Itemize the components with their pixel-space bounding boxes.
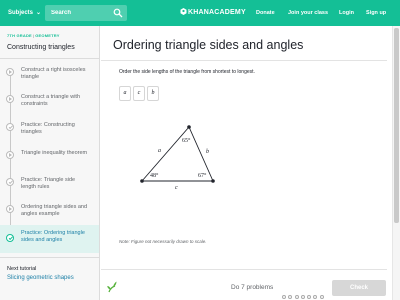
tutorial-title: Constructing triangles bbox=[7, 44, 75, 51]
sidebar-item-right-isosceles[interactable]: Construct a right isosceles triangle bbox=[0, 64, 99, 82]
vertex-right bbox=[211, 179, 215, 183]
play-icon bbox=[6, 205, 14, 213]
sidebar-item-label: Construct a triangle with constraints bbox=[21, 94, 80, 107]
angle-label-top: 65° bbox=[182, 137, 191, 144]
progress-dot bbox=[294, 295, 299, 299]
divider bbox=[101, 60, 387, 61]
practice-icon bbox=[6, 123, 14, 131]
logo-text: KHANACADEMY bbox=[188, 9, 246, 16]
play-icon bbox=[6, 68, 14, 76]
triangle-figure: 65° 48° 67° a b c bbox=[140, 125, 215, 191]
play-icon bbox=[6, 95, 14, 103]
sidebar-item-label: Practice: Triangle side length rules bbox=[21, 177, 76, 190]
breadcrumb: 7TH GRADE|GEOMETRY bbox=[7, 33, 60, 38]
donate-link[interactable]: Donate bbox=[256, 0, 275, 26]
problems-count: Do 7 problems bbox=[231, 284, 274, 291]
search-box bbox=[45, 5, 127, 21]
sidebar-item-practice-side-length[interactable]: Practice: Triangle side length rules bbox=[0, 174, 99, 192]
question-prompt: Order the side lengths of the triangle f… bbox=[119, 69, 255, 75]
answer-tile-a[interactable]: a bbox=[119, 86, 131, 101]
progress-dots bbox=[282, 286, 326, 299]
sidebar-item-triangle-inequality[interactable]: Triangle inequality theorem bbox=[0, 147, 99, 165]
next-tutorial-label: Next tutorial bbox=[7, 266, 37, 272]
progress-dot bbox=[300, 295, 305, 299]
check-button[interactable]: Check bbox=[332, 280, 386, 296]
join-class-link[interactable]: Join your class bbox=[288, 0, 328, 26]
progress-dot bbox=[313, 295, 318, 299]
side-label-c: c bbox=[175, 185, 178, 191]
khan-academy-logo[interactable]: KHANACADEMY bbox=[180, 0, 246, 26]
progress-dot bbox=[288, 295, 293, 299]
progress-dot bbox=[282, 295, 286, 299]
divider bbox=[101, 269, 387, 270]
sidebar-item-practice-constructing[interactable]: Practice: Constructing triangles bbox=[0, 119, 99, 137]
practice-icon bbox=[6, 178, 14, 186]
page-title: Ordering triangle sides and angles bbox=[113, 38, 304, 52]
search-icon[interactable] bbox=[113, 8, 123, 18]
sidebar-item-label: Ordering triangle sides and angles examp… bbox=[21, 204, 88, 217]
search-input[interactable] bbox=[51, 5, 109, 21]
sidebar-item-practice-ordering[interactable]: Practice: Ordering triangle sides and an… bbox=[0, 225, 99, 253]
sidebar-item-ordering-example[interactable]: Ordering triangle sides and angles examp… bbox=[0, 201, 99, 219]
divider bbox=[0, 58, 100, 59]
practice-icon bbox=[6, 234, 14, 242]
vertex-top bbox=[187, 125, 191, 129]
sidebar-item-label: Practice: Ordering triangle sides and an… bbox=[21, 230, 85, 243]
chevron-down-icon: ⌄ bbox=[36, 10, 42, 16]
tutorial-sidebar: 7TH GRADE|GEOMETRY Constructing triangle… bbox=[0, 26, 100, 300]
subjects-label: Subjects bbox=[8, 10, 34, 16]
sidebar-item-label: Practice: Constructing triangles bbox=[21, 122, 75, 135]
scrollbar-thumb[interactable] bbox=[394, 28, 399, 223]
breadcrumb-grade[interactable]: 7TH GRADE bbox=[7, 33, 32, 38]
divider bbox=[0, 257, 99, 258]
progress-dot bbox=[307, 295, 312, 299]
subjects-menu[interactable]: Subjects ⌄ bbox=[8, 0, 41, 26]
side-label-a: a bbox=[158, 148, 161, 154]
sidebar-item-label: Construct a right isosceles triangle bbox=[21, 67, 86, 80]
leaf-logo-icon bbox=[180, 8, 187, 15]
next-tutorial-link[interactable]: Slicing geometric shapes bbox=[7, 275, 74, 281]
angle-label-right: 67° bbox=[198, 172, 207, 179]
login-link[interactable]: Login bbox=[339, 0, 354, 26]
figure-note: Note: Figure not necessarily drawn to sc… bbox=[119, 239, 207, 244]
play-icon bbox=[6, 151, 14, 159]
sidebar-item-label: Triangle inequality theorem bbox=[21, 150, 88, 156]
vertex-left bbox=[140, 179, 144, 183]
progress-dot bbox=[319, 295, 324, 299]
answer-tile-b[interactable]: b bbox=[147, 86, 159, 101]
breadcrumb-subject[interactable]: GEOMETRY bbox=[35, 33, 59, 38]
signup-link[interactable]: Sign up bbox=[366, 0, 386, 26]
top-nav-bar: Subjects⌄ KHANACADEMY Donate Join your c… bbox=[0, 0, 400, 26]
side-label-b: b bbox=[206, 149, 209, 155]
sprout-icon bbox=[107, 281, 117, 293]
angle-label-left: 48° bbox=[150, 172, 159, 179]
answer-tile-c[interactable]: c bbox=[133, 86, 145, 101]
sidebar-item-constraints[interactable]: Construct a triangle with constraints bbox=[0, 91, 99, 109]
